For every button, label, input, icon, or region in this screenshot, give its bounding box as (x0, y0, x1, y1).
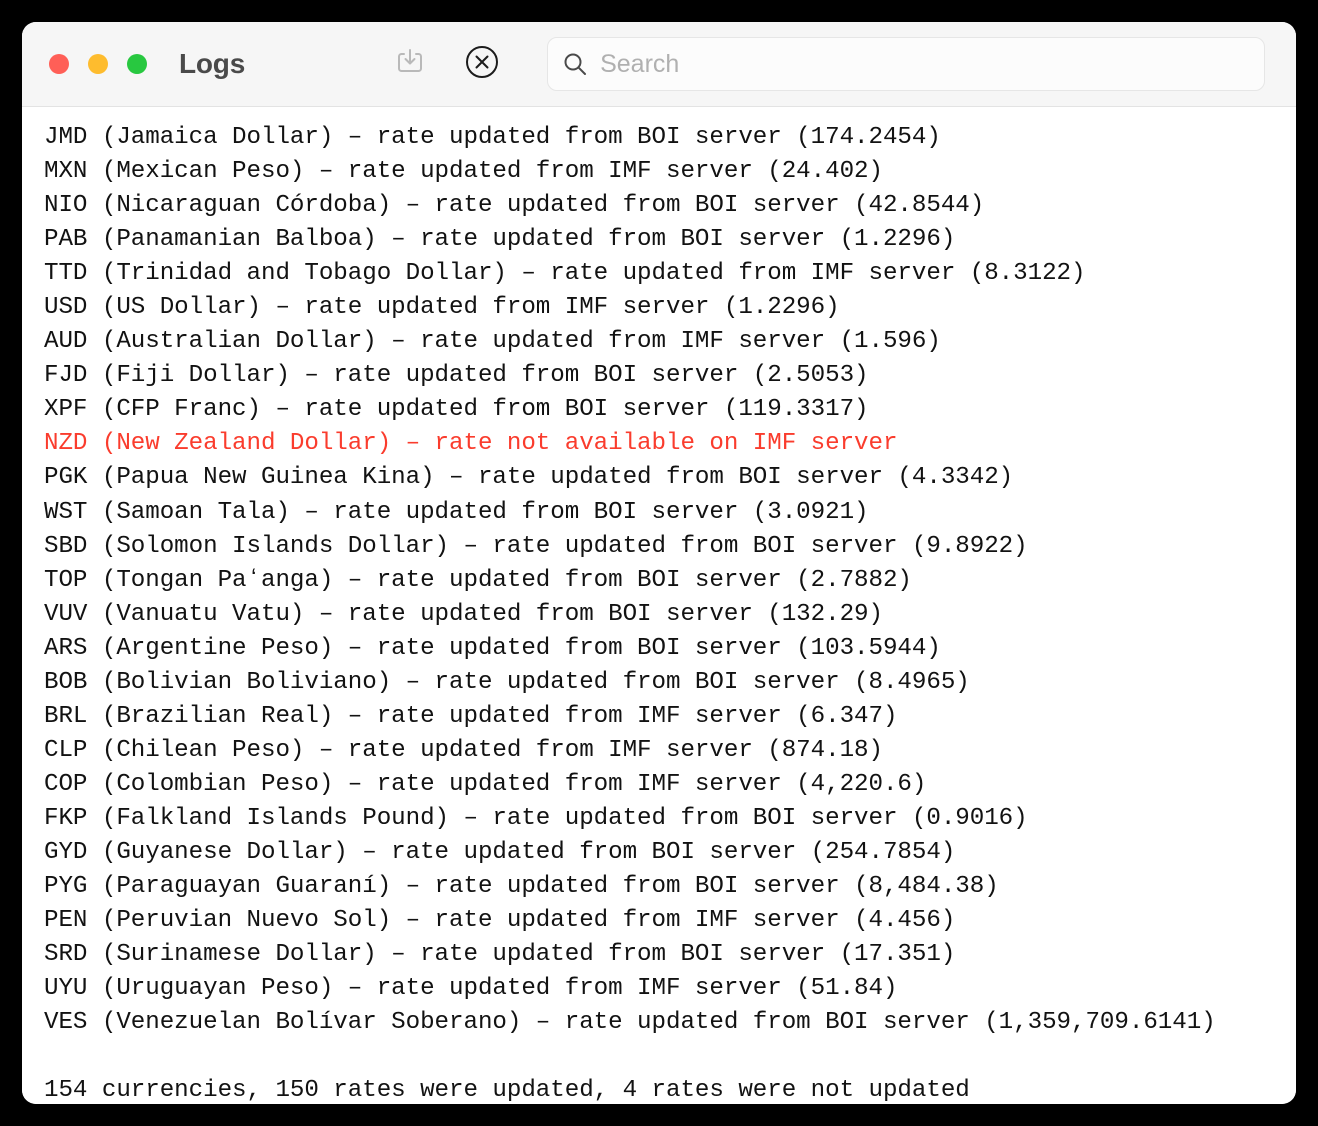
download-tray-icon (394, 46, 426, 83)
log-line: TTD (Trinidad and Tobago Dollar) – rate … (44, 260, 1086, 288)
log-line: VES (Venezuelan Bolívar Soberano) – rate… (44, 1009, 1216, 1037)
logs-window: Logs Search JMD (Jamaica Dollar) – rate … (22, 22, 1296, 1104)
search-input[interactable] (600, 49, 1250, 79)
log-line: XPF (CFP Franc) – rate updated from BOI … (44, 396, 869, 424)
log-line: NZD (New Zealand Dollar) – rate not avai… (44, 430, 898, 458)
log-line: PGK (Papua New Guinea Kina) – rate updat… (44, 464, 1014, 492)
log-line: COP (Colombian Peso) – rate updated from… (44, 770, 927, 798)
close-window-button[interactable] (49, 54, 69, 74)
log-summary-line: 154 currencies, 150 rates were updated, … (44, 1077, 970, 1104)
window-title: Logs (179, 48, 246, 79)
log-line: VUV (Vanuatu Vatu) – rate updated from B… (44, 600, 883, 628)
log-output-area[interactable]: JMD (Jamaica Dollar) – rate updated from… (22, 107, 1296, 1104)
search-field[interactable] (547, 37, 1265, 91)
log-line: AUD (Australian Dollar) – rate updated f… (44, 328, 941, 356)
log-line: PEN (Peruvian Nuevo Sol) – rate updated … (44, 907, 956, 935)
log-line: TOP (Tongan Paʻanga) – rate updated from… (44, 566, 912, 594)
search-icon (562, 51, 588, 77)
traffic-light-group (49, 54, 147, 74)
log-line: WST (Samoan Tala) – rate updated from BO… (44, 498, 869, 526)
log-line: ARS (Argentine Peso) – rate updated from… (44, 634, 941, 662)
log-line: SBD (Solomon Islands Dollar) – rate upda… (44, 532, 1028, 560)
log-line: PAB (Panamanian Balboa) – rate updated f… (44, 226, 956, 254)
log-line: CLP (Chilean Peso) – rate updated from I… (44, 736, 883, 764)
log-line: BOB (Bolivian Boliviano) – rate updated … (44, 668, 970, 696)
toolbar-actions (389, 43, 503, 85)
log-line: USD (US Dollar) – rate updated from IMF … (44, 294, 840, 322)
export-logs-button[interactable] (389, 43, 431, 85)
log-line: MXN (Mexican Peso) – rate updated from I… (44, 158, 883, 186)
log-line: UYU (Uruguayan Peso) – rate updated from… (44, 975, 898, 1003)
log-line: SRD (Surinamese Dollar) – rate updated f… (44, 941, 956, 969)
log-line: GYD (Guyanese Dollar) – rate updated fro… (44, 838, 956, 866)
close-circle-icon (464, 44, 500, 85)
log-line: FKP (Falkland Islands Pound) – rate upda… (44, 804, 1028, 832)
log-line: FJD (Fiji Dollar) – rate updated from BO… (44, 362, 869, 390)
zoom-window-button[interactable] (127, 54, 147, 74)
clear-logs-button[interactable] (461, 43, 503, 85)
log-line: BRL (Brazilian Real) – rate updated from… (44, 702, 898, 730)
search-container (547, 37, 1265, 91)
log-line: PYG (Paraguayan Guaraní) – rate updated … (44, 873, 999, 901)
minimize-window-button[interactable] (88, 54, 108, 74)
log-line: JMD (Jamaica Dollar) – rate updated from… (44, 124, 941, 151)
window-titlebar: Logs (22, 22, 1296, 107)
log-line: NIO (Nicaraguan Córdoba) – rate updated … (44, 192, 985, 220)
